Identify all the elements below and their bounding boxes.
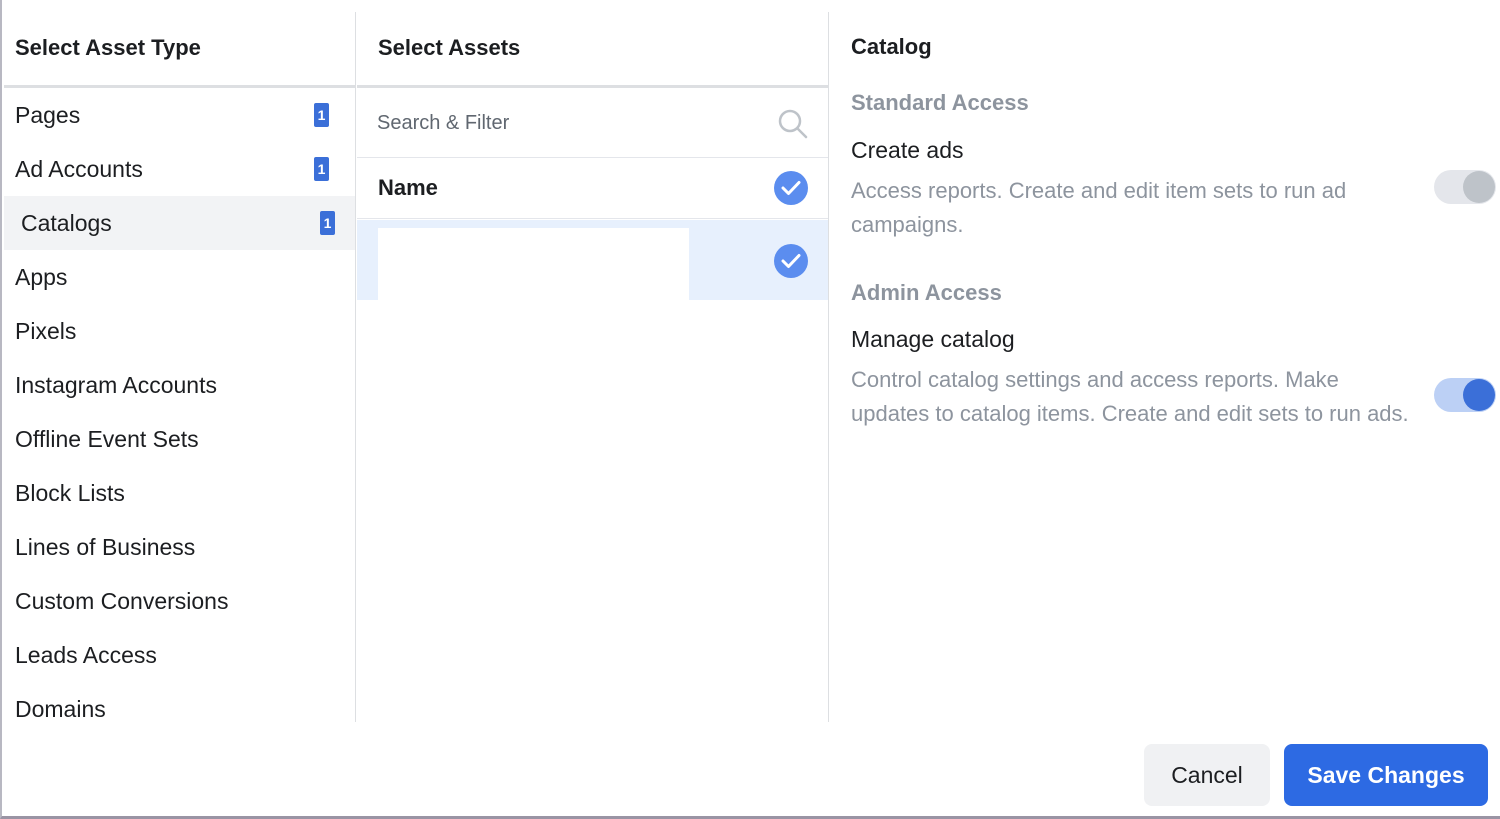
- asset-type-item-pages[interactable]: Pages 1: [4, 88, 356, 142]
- checkmark-icon: [781, 181, 801, 195]
- count-badge: 1: [320, 211, 335, 235]
- asset-type-item-lines-of-business[interactable]: Lines of Business: [4, 520, 356, 574]
- asset-type-label: Apps: [15, 264, 68, 290]
- asset-type-item-leads-access[interactable]: Leads Access: [4, 628, 356, 682]
- toggle-knob: [1463, 171, 1495, 203]
- manage-catalog-toggle[interactable]: [1434, 378, 1496, 412]
- asset-type-item-offline-event-sets[interactable]: Offline Event Sets: [4, 412, 356, 466]
- asset-type-label: Domains: [15, 696, 106, 722]
- create-ads-permission-description: Access reports. Create and edit item set…: [851, 178, 1347, 237]
- asset-checkbox[interactable]: [774, 244, 808, 278]
- column-divider: [355, 12, 356, 722]
- asset-type-label: Block Lists: [15, 480, 125, 506]
- save-changes-button[interactable]: Save Changes: [1284, 744, 1488, 806]
- count-badge: 1: [314, 157, 329, 181]
- search-icon[interactable]: [777, 108, 809, 140]
- column-divider: [828, 12, 829, 722]
- asset-type-item-ad-accounts[interactable]: Ad Accounts 1: [4, 142, 356, 196]
- toggle-knob: [1463, 379, 1495, 411]
- checkmark-icon: [781, 254, 801, 268]
- manage-catalog-permission-title: Manage catalog: [851, 326, 1015, 352]
- create-ads-toggle[interactable]: [1434, 170, 1496, 204]
- asset-type-item-catalogs[interactable]: Catalogs 1: [4, 196, 356, 250]
- asset-type-label: Offline Event Sets: [15, 426, 199, 452]
- asset-type-item-instagram-accounts[interactable]: Instagram Accounts: [4, 358, 356, 412]
- admin-access-heading: Admin Access: [851, 280, 1002, 305]
- permissions-panel: Catalog Standard Access Create ads Acces…: [830, 0, 1500, 722]
- cancel-button[interactable]: Cancel: [1144, 744, 1270, 806]
- asset-type-label: Lines of Business: [15, 534, 196, 560]
- assets-panel: Select Assets Name: [357, 0, 829, 722]
- asset-type-panel: Select Asset Type Pages 1 Ad Accounts 1 …: [4, 0, 356, 722]
- name-column-header: Name: [378, 175, 438, 200]
- asset-type-label: Pixels: [15, 318, 77, 344]
- asset-type-label: Leads Access: [15, 642, 157, 668]
- assets-panel-title: Select Assets: [357, 0, 829, 88]
- asset-type-label: Custom Conversions: [15, 588, 229, 614]
- asset-type-label: Pages: [15, 102, 81, 128]
- asset-type-item-apps[interactable]: Apps: [4, 250, 356, 304]
- asset-type-label: Ad Accounts: [15, 156, 143, 182]
- standard-access-heading: Standard Access: [851, 90, 1029, 115]
- asset-name: [378, 228, 689, 300]
- asset-assignment-dialog: Select Asset Type Pages 1 Ad Accounts 1 …: [0, 0, 1500, 819]
- asset-row[interactable]: [357, 220, 829, 300]
- asset-type-item-pixels[interactable]: Pixels: [4, 304, 356, 358]
- name-header-row: Name: [357, 159, 829, 219]
- asset-type-item-custom-conversions[interactable]: Custom Conversions: [4, 574, 356, 628]
- create-ads-permission-title: Create ads: [851, 137, 964, 163]
- manage-catalog-permission-description: Control catalog settings and access repo…: [851, 367, 1409, 426]
- asset-type-label: Catalogs: [21, 210, 112, 236]
- asset-type-item-domains[interactable]: Domains: [4, 682, 356, 736]
- search-input[interactable]: [377, 106, 757, 140]
- search-bar: [357, 88, 829, 158]
- permissions-panel-title: Catalog: [851, 34, 932, 59]
- asset-type-label: Instagram Accounts: [15, 372, 217, 398]
- count-badge: 1: [314, 103, 329, 127]
- asset-type-panel-title: Select Asset Type: [4, 0, 356, 88]
- select-all-checkbox[interactable]: [774, 171, 808, 205]
- asset-type-item-block-lists[interactable]: Block Lists: [4, 466, 356, 520]
